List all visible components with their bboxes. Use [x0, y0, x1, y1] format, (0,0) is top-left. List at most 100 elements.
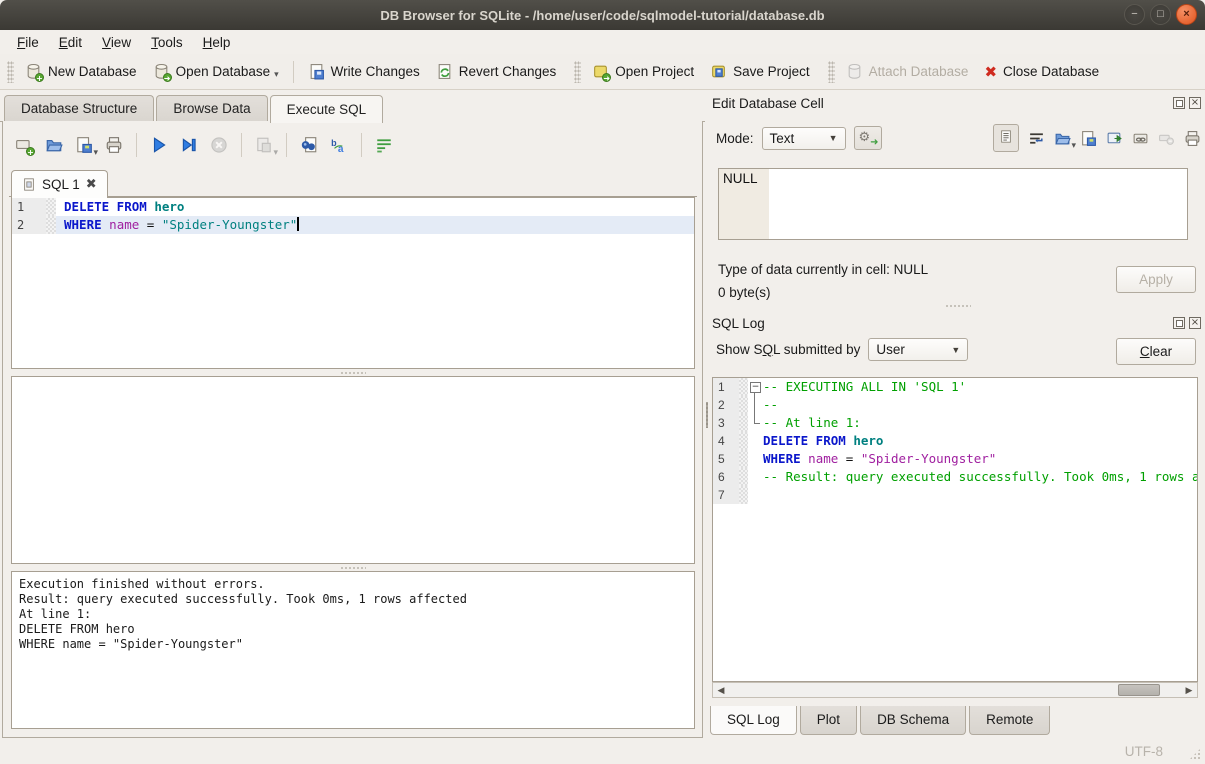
menu-edit[interactable]: Edit [50, 33, 91, 52]
tab-execute-sql[interactable]: Execute SQL [270, 95, 384, 123]
auto-format-icon[interactable]: ba [330, 136, 348, 154]
scrollbar-thumb[interactable] [1118, 684, 1160, 696]
open-project-icon: ➜ [592, 63, 609, 80]
open-database-dropdown-icon[interactable]: ▾ [274, 69, 279, 80]
print-icon[interactable] [105, 136, 123, 154]
editor-line[interactable]: 1DELETE FROM hero [12, 198, 694, 216]
float-panel-icon[interactable] [1173, 317, 1185, 329]
scroll-left-icon[interactable]: ◀ [713, 683, 729, 697]
cell-value: NULL [723, 171, 758, 186]
menu-file[interactable]: File [8, 33, 48, 52]
import-file-icon[interactable]: ▾ [1054, 130, 1071, 147]
editor-line[interactable]: 2WHERE name = "Spider-Youngster" [12, 216, 694, 234]
write-changes-button[interactable]: Write Changes [300, 59, 428, 84]
sql-editor-toolbar: + ▾ ▾ ba [11, 129, 397, 161]
fold-margin [739, 378, 748, 396]
fold-margin [739, 486, 748, 504]
splitter-handle[interactable] [710, 302, 1205, 309]
dock-tab-db-schema[interactable]: DB Schema [860, 706, 966, 735]
menu-tools[interactable]: Tools [142, 33, 192, 52]
execute-all-icon[interactable] [150, 136, 168, 154]
sql-log-view[interactable]: 1-- EXECUTING ALL IN 'SQL 1'2--3-- At li… [712, 377, 1198, 682]
log-line[interactable]: 2-- [713, 396, 1197, 414]
edit-cell-header: Edit Database Cell × [710, 92, 1205, 114]
window-title: DB Browser for SQLite - /home/user/code/… [380, 8, 824, 23]
print-icon[interactable] [1184, 130, 1201, 147]
close-panel-icon[interactable]: × [1189, 97, 1201, 109]
log-line[interactable]: 7 [713, 486, 1197, 504]
float-panel-icon[interactable] [1173, 97, 1185, 109]
splitter-handle[interactable] [11, 564, 695, 571]
tab-browse-data[interactable]: Browse Data [156, 95, 267, 122]
submitted-by-select[interactable]: User ▼ [868, 338, 968, 361]
fold-marker-icon [748, 396, 763, 414]
save-project-button[interactable]: Save Project [702, 59, 818, 84]
cell-mode-row: Mode: Text ▼ ⚙ ➜ ▾ [716, 124, 1201, 152]
line-number: 2 [713, 396, 739, 414]
stop-icon [210, 136, 228, 154]
text-view-icon[interactable] [993, 124, 1019, 152]
word-wrap-icon[interactable] [1028, 130, 1045, 147]
maximize-icon[interactable]: □ [1150, 4, 1171, 25]
fold-margin [739, 450, 748, 468]
log-line[interactable]: 1-- EXECUTING ALL IN 'SQL 1' [713, 378, 1197, 396]
open-project-button[interactable]: ➜ Open Project [584, 59, 702, 84]
code-text: -- At line 1: [763, 414, 1197, 432]
close-panel-icon[interactable]: × [1189, 317, 1201, 329]
line-number: 5 [713, 450, 739, 468]
execute-current-line-icon[interactable] [180, 136, 198, 154]
dock-tab-remote[interactable]: Remote [969, 706, 1050, 735]
splitter-handle[interactable] [11, 369, 695, 376]
find-replace-icon[interactable] [300, 136, 318, 154]
attach-database-icon [846, 63, 863, 80]
close-tab-icon[interactable]: ✖ [86, 176, 97, 192]
toolbar-drag-handle[interactable] [7, 61, 14, 83]
open-database-button[interactable]: ➜ Open Database ▾ [145, 59, 287, 84]
resize-grip-icon[interactable] [1189, 748, 1201, 760]
mode-select[interactable]: Text ▼ [762, 127, 846, 150]
cell-type-info: Type of data currently in cell: NULL [718, 258, 928, 281]
copy-link-icon[interactable] [1132, 130, 1149, 147]
revert-changes-button[interactable]: Revert Changes [428, 59, 565, 84]
new-database-button[interactable]: + New Database [17, 59, 145, 84]
sql-file-tab[interactable]: SQL 1 ✖ [11, 170, 108, 198]
menu-view[interactable]: View [93, 33, 140, 52]
minimize-icon[interactable]: − [1124, 4, 1145, 25]
log-line[interactable]: 4DELETE FROM hero [713, 432, 1197, 450]
log-line[interactable]: 6-- Result: query executed successfully.… [713, 468, 1197, 486]
fold-cell [748, 450, 763, 468]
save-project-icon [710, 63, 727, 80]
results-grid-pane[interactable] [11, 376, 695, 564]
menu-help[interactable]: Help [194, 33, 240, 52]
sql-editor[interactable]: 1DELETE FROM hero2WHERE name = "Spider-Y… [11, 197, 695, 369]
open-sql-file-icon[interactable] [45, 136, 63, 154]
close-icon[interactable]: × [1176, 4, 1197, 25]
toolbar-drag-handle[interactable] [828, 61, 835, 83]
log-line[interactable]: 5WHERE name = "Spider-Youngster" [713, 450, 1197, 468]
line-number: 7 [713, 486, 739, 504]
titlebar[interactable]: DB Browser for SQLite - /home/user/code/… [0, 0, 1205, 30]
fold-margin [46, 216, 56, 234]
open-external-icon[interactable] [1106, 130, 1123, 147]
new-sql-tab-icon[interactable]: + [15, 136, 33, 154]
close-database-button[interactable]: ✖ Close Database [976, 59, 1107, 85]
horizontal-scrollbar[interactable]: ◀ ▶ [712, 682, 1198, 698]
cell-value-editor[interactable]: NULL [718, 168, 1188, 240]
toolbar-drag-handle[interactable] [574, 61, 581, 83]
dock-tab-sql-log[interactable]: SQL Log [710, 706, 797, 735]
save-file-icon[interactable] [1080, 130, 1097, 147]
fold-marker-icon[interactable] [748, 378, 763, 396]
import-apply-button[interactable]: ⚙ ➜ [854, 126, 882, 150]
cell-toolbar-icons: ▾ [993, 124, 1201, 152]
log-line[interactable]: 3-- At line 1: [713, 414, 1197, 432]
scroll-right-icon[interactable]: ▶ [1181, 683, 1197, 697]
revert-changes-icon [436, 63, 453, 80]
code-text: -- EXECUTING ALL IN 'SQL 1' [763, 378, 1197, 396]
vertical-splitter[interactable] [703, 90, 710, 740]
dock-tab-plot[interactable]: Plot [800, 706, 857, 735]
execution-message-pane[interactable]: Execution finished without errors. Resul… [11, 571, 695, 729]
clear-button[interactable]: Clear [1116, 338, 1196, 365]
word-wrap-icon[interactable] [375, 136, 393, 154]
save-sql-file-icon[interactable]: ▾ [75, 136, 93, 154]
tab-database-structure[interactable]: Database Structure [4, 95, 154, 122]
